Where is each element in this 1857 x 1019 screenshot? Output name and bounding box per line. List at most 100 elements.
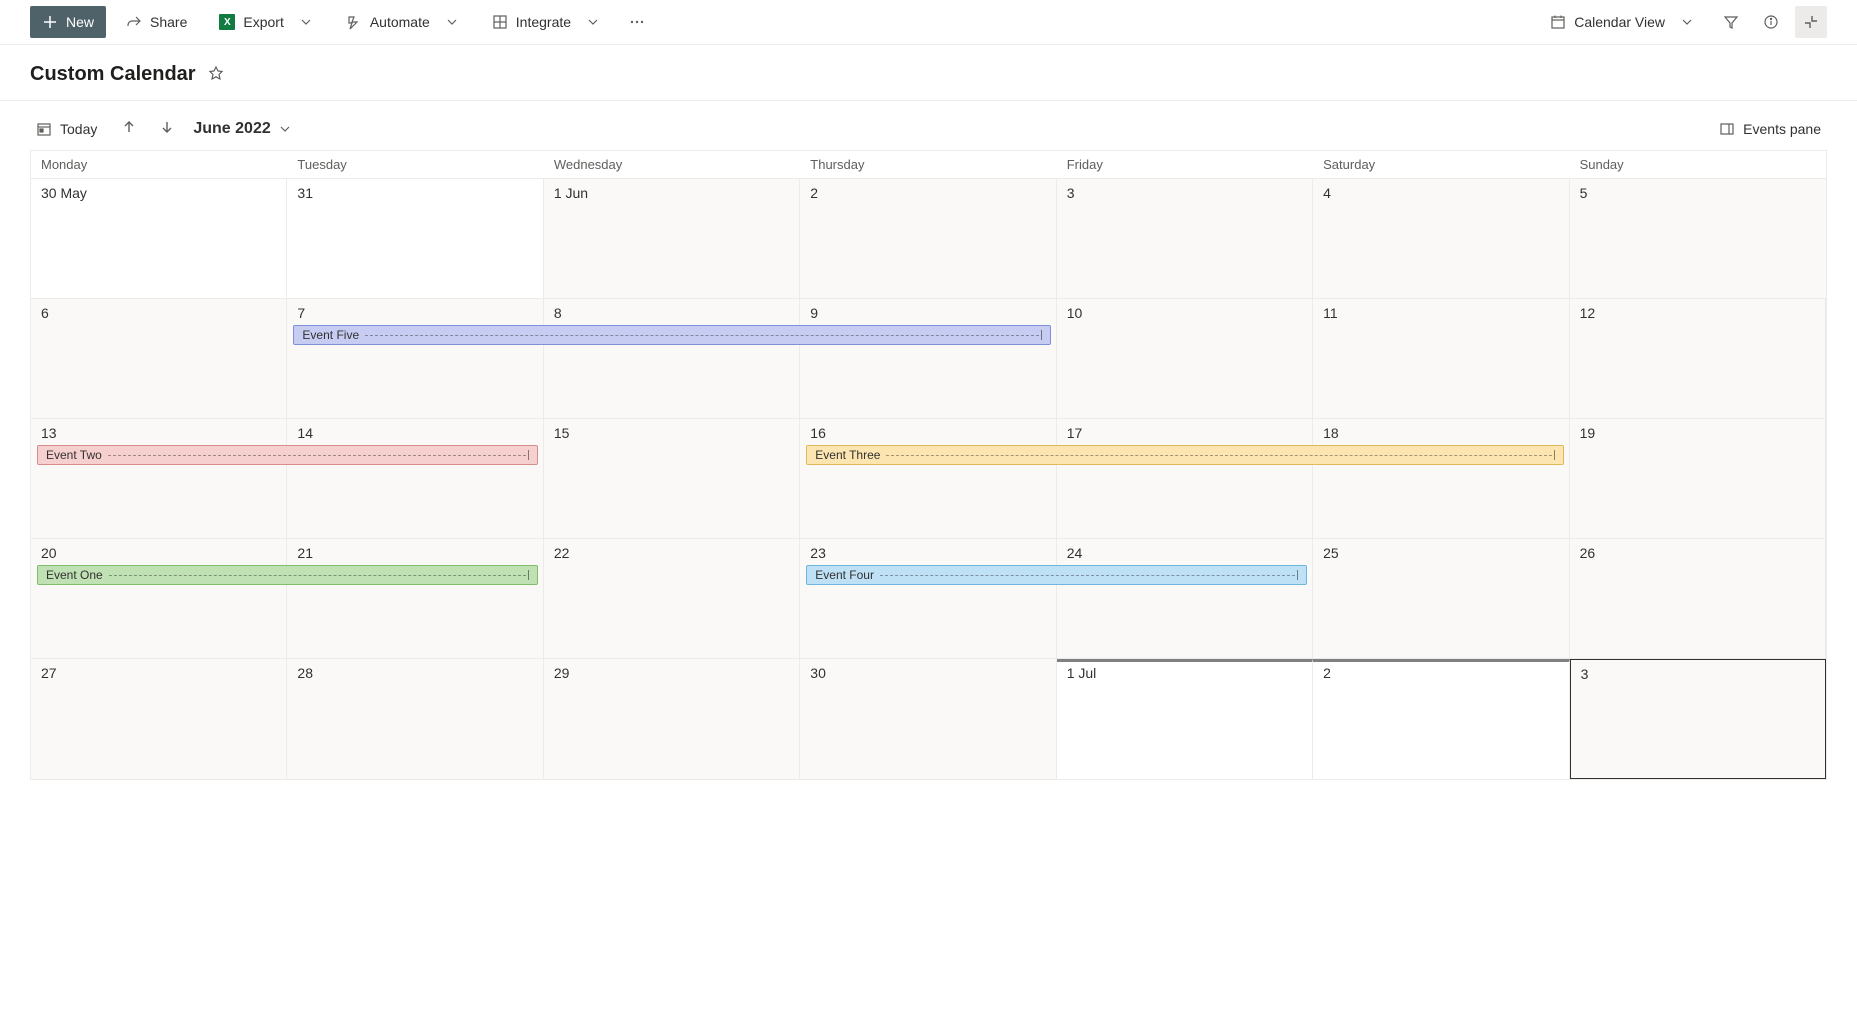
day-cell[interactable]: 16 [800, 419, 1056, 538]
day-cell[interactable]: 20 [31, 539, 287, 658]
day-cell[interactable]: 14 [287, 419, 543, 538]
day-number: 29 [554, 665, 789, 681]
page-header: Custom Calendar [0, 45, 1857, 101]
day-number: 4 [1323, 185, 1558, 201]
day-number: 3 [1581, 666, 1815, 682]
day-cell[interactable]: 6 [31, 299, 287, 418]
calendar-grid: MondayTuesdayWednesdayThursdayFridaySatu… [30, 150, 1827, 780]
day-cell[interactable]: 3 [1057, 179, 1313, 298]
event-bar[interactable]: Event Three [806, 445, 1563, 465]
day-cell[interactable]: 25 [1313, 539, 1569, 658]
day-cell[interactable]: 1 Jun [544, 179, 800, 298]
grid-icon [492, 14, 508, 30]
overflow-button[interactable] [621, 6, 653, 38]
chevron-down-icon [298, 14, 314, 30]
dow-label: Sunday [1570, 151, 1826, 178]
day-cell[interactable]: 8 [544, 299, 800, 418]
export-button[interactable]: X Export [207, 6, 325, 38]
day-number: 6 [41, 305, 276, 321]
day-cell[interactable]: 30 May [31, 179, 287, 298]
event-bar[interactable]: Event Two [37, 445, 538, 465]
day-cell[interactable]: 19 [1570, 419, 1826, 538]
automate-button[interactable]: Automate [334, 6, 472, 38]
day-cell[interactable]: 22 [544, 539, 800, 658]
day-number: 1 Jul [1067, 665, 1302, 681]
month-picker[interactable]: June 2022 [193, 120, 292, 138]
day-cell[interactable]: 27 [31, 659, 287, 779]
today-icon [36, 121, 52, 137]
day-number: 11 [1323, 305, 1558, 321]
next-month-button[interactable] [155, 115, 179, 142]
day-number: 3 [1067, 185, 1302, 201]
dow-label: Saturday [1313, 151, 1569, 178]
day-cell[interactable]: 13 [31, 419, 287, 538]
day-cell[interactable]: 31 [287, 179, 543, 298]
events-pane-button[interactable]: Events pane [1713, 117, 1827, 141]
day-number: 28 [297, 665, 532, 681]
day-number: 13 [41, 425, 276, 441]
event-title: Event Two [46, 448, 102, 462]
integrate-button[interactable]: Integrate [480, 6, 613, 38]
day-cell[interactable]: 1 Jul [1057, 659, 1313, 779]
week-row: 6789 10 11 12 Event Five [31, 299, 1826, 419]
day-cell[interactable]: 24 [1057, 539, 1313, 658]
day-number: 12 [1580, 305, 1815, 321]
day-number: 10 [1067, 305, 1302, 321]
pane-icon [1719, 121, 1735, 137]
new-button[interactable]: New [30, 6, 106, 38]
day-cell[interactable]: 10 [1057, 299, 1313, 418]
day-cell[interactable]: 23 [800, 539, 1056, 658]
day-cell[interactable]: 2 [1313, 659, 1569, 779]
day-number: 22 [554, 545, 789, 561]
day-cell[interactable]: 12 [1570, 299, 1826, 418]
day-cell[interactable]: 11 [1313, 299, 1569, 418]
day-number: 31 [297, 185, 532, 201]
day-number: 24 [1067, 545, 1302, 561]
event-duration-line [109, 575, 526, 576]
collapse-icon [1803, 14, 1819, 30]
favorite-button[interactable] [208, 65, 224, 84]
day-cell[interactable]: 30 [800, 659, 1056, 779]
dow-label: Monday [31, 151, 287, 178]
today-button[interactable]: Today [30, 117, 103, 141]
chevron-down-icon [444, 14, 460, 30]
share-button[interactable]: Share [114, 6, 199, 38]
event-bar[interactable]: Event One [37, 565, 538, 585]
day-number: 30 [810, 665, 1045, 681]
day-cell[interactable]: 2 [800, 179, 1056, 298]
day-cell[interactable]: 17 [1057, 419, 1313, 538]
week-row: 2021 22 23 24 2526 Event One Event Four [31, 539, 1826, 659]
month-label: June 2022 [193, 120, 270, 138]
day-number: 8 [554, 305, 789, 321]
day-number: 23 [810, 545, 1045, 561]
day-number: 18 [1323, 425, 1558, 441]
day-cell[interactable]: 28 [287, 659, 543, 779]
view-switcher-button[interactable]: Calendar View [1538, 6, 1707, 38]
collapse-button[interactable] [1795, 6, 1827, 38]
day-cell[interactable]: 7 [287, 299, 543, 418]
day-cell[interactable]: 18 [1313, 419, 1569, 538]
toolbar: New Share X Export Automate Integrate [0, 0, 1857, 45]
day-cell[interactable]: 21 [287, 539, 543, 658]
event-title: Event Five [302, 328, 359, 342]
prev-month-button[interactable] [117, 115, 141, 142]
event-end-cap [1554, 450, 1555, 460]
star-icon [208, 65, 224, 81]
day-cell[interactable]: 29 [544, 659, 800, 779]
dow-label: Thursday [800, 151, 1056, 178]
day-cell[interactable]: 9 [800, 299, 1056, 418]
info-button[interactable] [1755, 6, 1787, 38]
new-label: New [66, 14, 94, 30]
day-cell[interactable]: 3 [1570, 659, 1826, 779]
event-bar[interactable]: Event Four [806, 565, 1307, 585]
event-end-cap [1297, 570, 1298, 580]
event-duration-line [886, 455, 1551, 456]
day-cell[interactable]: 26 [1570, 539, 1826, 658]
day-cell[interactable]: 15 [544, 419, 800, 538]
day-cell[interactable]: 4 [1313, 179, 1569, 298]
day-cell[interactable]: 5 [1570, 179, 1826, 298]
event-bar[interactable]: Event Five [293, 325, 1050, 345]
filter-button[interactable] [1715, 6, 1747, 38]
today-label: Today [60, 121, 97, 137]
day-number: 19 [1580, 425, 1815, 441]
